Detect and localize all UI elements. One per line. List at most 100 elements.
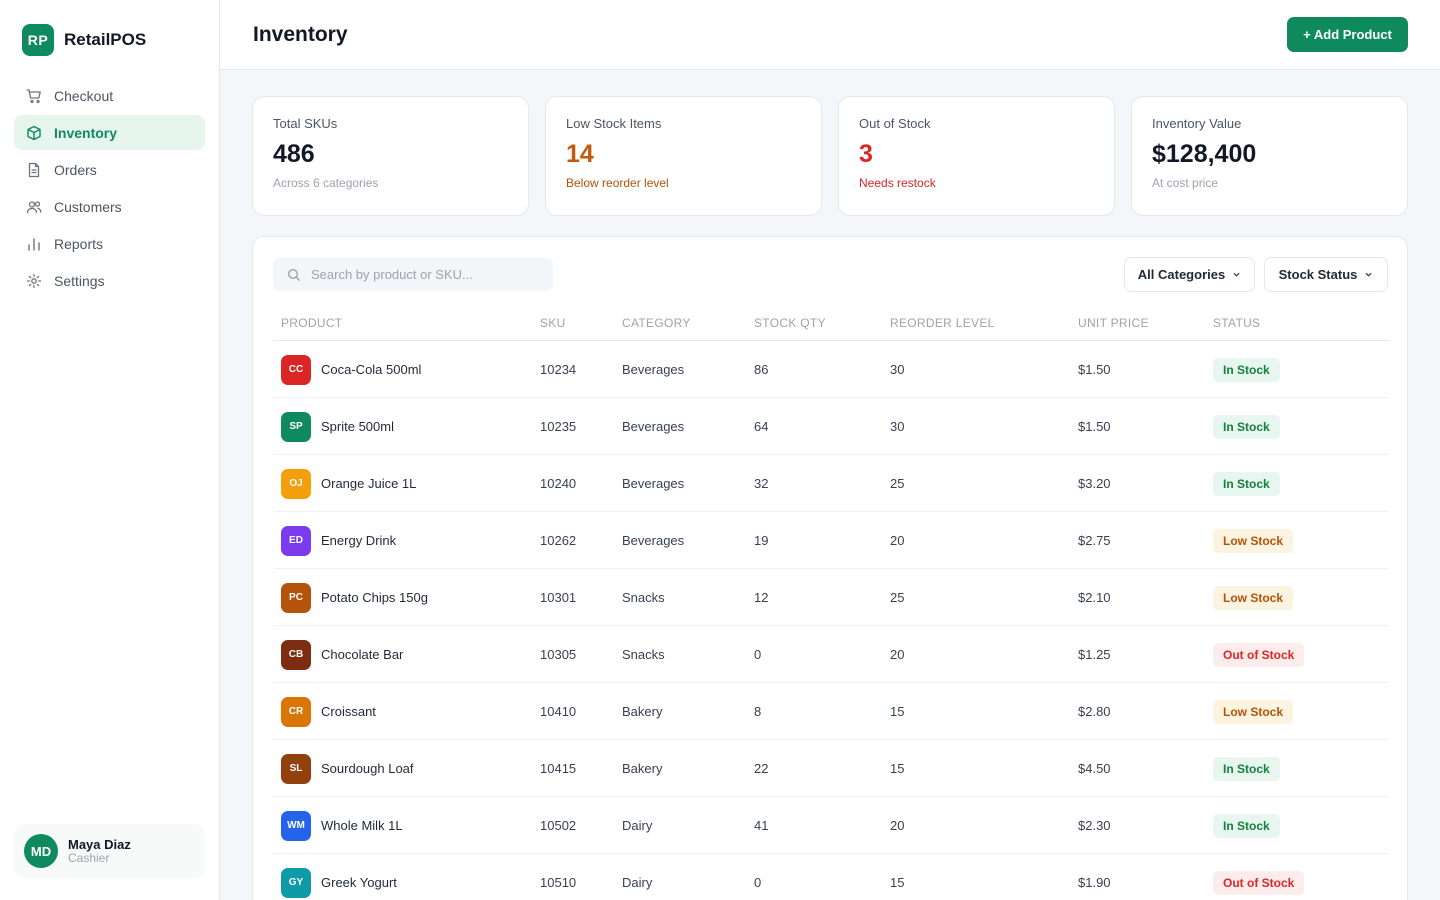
sidebar-item-checkout[interactable]: Checkout: [14, 78, 205, 113]
product-name[interactable]: Greek Yogurt: [321, 875, 397, 890]
stat-label: Low Stock Items: [566, 116, 662, 131]
product-name[interactable]: Croissant: [321, 704, 376, 719]
product-name[interactable]: Chocolate Bar: [321, 647, 403, 662]
status-badge: In Stock: [1213, 414, 1280, 439]
sku-cell: 10262: [540, 533, 577, 548]
product-thumbnail: WM: [281, 810, 311, 841]
status-badge: Out of Stock: [1213, 870, 1305, 895]
gear-icon: [26, 273, 42, 289]
stat-value: 14: [566, 140, 594, 168]
sku-cell: 10301: [540, 590, 577, 605]
product-name[interactable]: Energy Drink: [321, 533, 396, 548]
price-cell: $3.20: [1078, 476, 1111, 491]
bar-chart-icon: [26, 236, 42, 252]
column-header-sku[interactable]: SKU: [540, 316, 566, 330]
product-thumbnail: GY: [281, 867, 311, 898]
qty-cell: 19: [754, 533, 769, 548]
stat-label: Total SKUs: [273, 116, 338, 131]
sidebar-item-label: Settings: [54, 272, 105, 289]
page-title: Inventory: [253, 23, 348, 46]
reorder-cell: 20: [890, 647, 905, 662]
product-cell: CB Chocolate Bar: [281, 626, 403, 683]
brand-logo: RP: [22, 24, 54, 56]
box-icon: [26, 125, 42, 141]
status-cell: In Stock: [1213, 341, 1280, 398]
stat-label: Inventory Value: [1152, 116, 1242, 131]
qty-cell: 41: [754, 818, 769, 833]
brand[interactable]: RP RetailPOS: [22, 24, 146, 56]
qty-cell: 22: [754, 761, 769, 776]
product-name[interactable]: Orange Juice 1L: [321, 476, 416, 491]
column-header-product[interactable]: PRODUCT: [281, 316, 342, 330]
reorder-cell: 15: [890, 704, 905, 719]
stat-value: 3: [859, 140, 873, 168]
price-cell: $1.25: [1078, 647, 1111, 662]
reorder-cell: 15: [890, 875, 905, 890]
status-badge: In Stock: [1213, 357, 1280, 382]
table-header: PRODUCT SKU CATEGORY STOCK QTY REORDER L…: [273, 305, 1388, 341]
column-header-stock-qty[interactable]: STOCK QTY: [754, 316, 826, 330]
column-header-reorder-level[interactable]: REORDER LEVEL: [890, 316, 995, 330]
column-header-category[interactable]: CATEGORY: [622, 316, 691, 330]
cart-icon: [26, 88, 42, 104]
table-row[interactable]: OJ Orange Juice 1L 10240 Beverages 32 25 $3.20…: [273, 455, 1388, 512]
product-name[interactable]: Sourdough Loaf: [321, 761, 414, 776]
avatar: MD: [24, 834, 58, 868]
user-name: Maya Diaz: [68, 836, 131, 852]
price-cell: $4.50: [1078, 761, 1111, 776]
status-filter-dropdown[interactable]: Stock Status: [1264, 257, 1388, 292]
inventory-table-card: All Categories Stock Status PRODUCT SKU …: [252, 236, 1408, 900]
sidebar-item-reports[interactable]: Reports: [14, 226, 205, 261]
table-row[interactable]: SP Sprite 500ml 10235 Beverages 64 30 $1.50 In …: [273, 398, 1388, 455]
sidebar: RP RetailPOS Checkout Inventory Orders C…: [0, 0, 220, 900]
product-cell: OJ Orange Juice 1L: [281, 455, 416, 512]
sidebar-item-label: Reports: [54, 235, 104, 252]
stat-label: Out of Stock: [859, 116, 931, 131]
table-row[interactable]: CB Chocolate Bar 10305 Snacks 0 20 $1.25 Out of…: [273, 626, 1388, 683]
category-cell: Beverages: [622, 362, 685, 377]
sidebar-item-inventory[interactable]: Inventory: [14, 115, 205, 150]
status-cell: Low Stock: [1213, 683, 1294, 740]
product-name[interactable]: Whole Milk 1L: [321, 818, 403, 833]
sku-cell: 10410: [540, 704, 577, 719]
topbar: Inventory + Add Product: [220, 0, 1440, 70]
product-name[interactable]: Potato Chips 150g: [321, 590, 428, 605]
product-name[interactable]: Coca-Cola 500ml: [321, 362, 421, 377]
user-role: Cashier: [68, 850, 110, 865]
category-cell: Bakery: [622, 704, 663, 719]
user-profile[interactable]: MD Maya Diaz Cashier: [14, 824, 205, 878]
category-cell: Dairy: [622, 818, 653, 833]
search-box[interactable]: [273, 258, 553, 291]
product-cell: ED Energy Drink: [281, 512, 396, 569]
table-row[interactable]: WM Whole Milk 1L 10502 Dairy 41 20 $2.30 In Sto…: [273, 797, 1388, 854]
chevron-down-icon: [1364, 270, 1373, 279]
category-filter-dropdown[interactable]: All Categories: [1124, 257, 1255, 292]
table-row[interactable]: SL Sourdough Loaf 10415 Bakery 22 15 $4.50 In S…: [273, 740, 1388, 797]
column-header-unit-price[interactable]: UNIT PRICE: [1078, 316, 1149, 330]
users-icon: [26, 199, 42, 215]
reorder-cell: 25: [890, 476, 905, 491]
price-cell: $2.80: [1078, 704, 1111, 719]
table-row[interactable]: CC Coca-Cola 500ml 10234 Beverages 86 30 $1.50…: [273, 341, 1388, 398]
sidebar-item-customers[interactable]: Customers: [14, 189, 205, 224]
qty-cell: 86: [754, 362, 769, 377]
sku-cell: 10502: [540, 818, 577, 833]
category-cell: Beverages: [622, 533, 685, 548]
sidebar-item-label: Checkout: [54, 87, 114, 104]
table-row[interactable]: PC Potato Chips 150g 10301 Snacks 12 25 $2.10 L…: [273, 569, 1388, 626]
sidebar-item-settings[interactable]: Settings: [14, 263, 205, 298]
product-thumbnail: CC: [281, 354, 311, 385]
product-name[interactable]: Sprite 500ml: [321, 419, 394, 434]
status-cell: Out of Stock: [1213, 854, 1305, 900]
stat-subtext: Below reorder level: [566, 176, 669, 190]
table-row[interactable]: GY Greek Yogurt 10510 Dairy 0 15 $1.90 Out of S…: [273, 854, 1388, 900]
add-product-button[interactable]: + Add Product: [1287, 17, 1408, 52]
sidebar-item-orders[interactable]: Orders: [14, 152, 205, 187]
qty-cell: 8: [754, 704, 762, 719]
table-row[interactable]: ED Energy Drink 10262 Beverages 19 20 $2.75 Low…: [273, 512, 1388, 569]
column-header-status[interactable]: STATUS: [1213, 316, 1260, 330]
stat-subtext: Needs restock: [859, 176, 936, 190]
price-cell: $1.50: [1078, 419, 1111, 434]
table-row[interactable]: CR Croissant 10410 Bakery 8 15 $2.80 Low Stock: [273, 683, 1388, 740]
search-input[interactable]: [311, 267, 541, 282]
